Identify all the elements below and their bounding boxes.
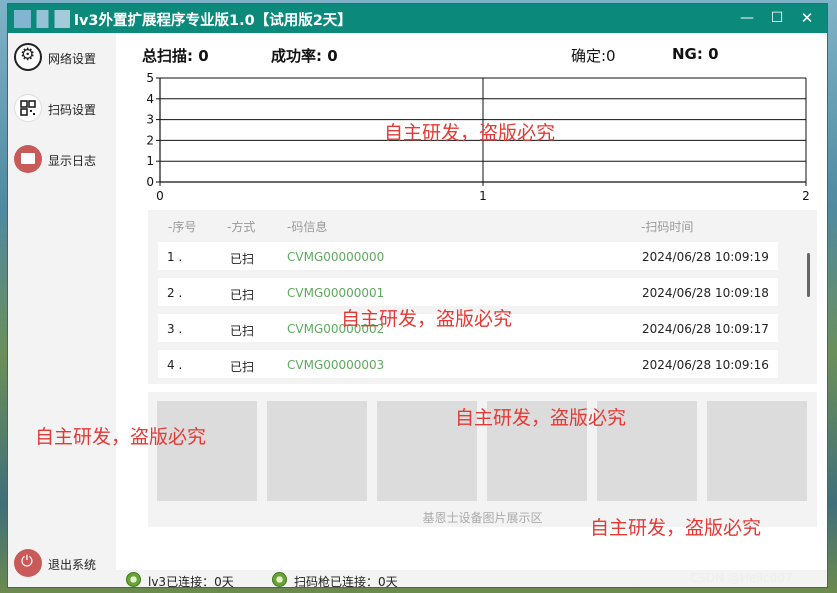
app-icon: [14, 10, 70, 28]
sidebar: 网络设置 扫码设置 显示日志 退出系统: [8, 33, 116, 587]
row-mode: 已扫: [230, 252, 255, 266]
column-header-time: -扫码时间: [641, 220, 694, 234]
y-tick-label: 2: [146, 133, 154, 147]
success-rate: 成功率: 0: [271, 47, 338, 65]
sidebar-item-show-log[interactable]: 显示日志: [8, 143, 116, 177]
app-window: lv3外置扩展程序专业版1.0【试用版2天】 — ☐ ✕ 网络设置 扫码设置: [7, 3, 828, 588]
sidebar-item-label: 网络设置: [48, 52, 97, 66]
sidebar-item-label: 扫码设置: [48, 103, 97, 117]
row-code: CVMG00000001: [287, 286, 385, 300]
log-icon: [14, 145, 42, 173]
row-mode: 已扫: [230, 324, 255, 338]
lv3-status-icon: [126, 572, 141, 587]
watermark-text: 自主研发，盗版必究: [384, 122, 556, 144]
table-row[interactable]: 1 . 已扫 CVMG00000000 2024/06/28 10:09:19: [158, 242, 778, 270]
table-row[interactable]: 2 . 已扫 CVMG00000001 2024/06/28 10:09:18: [158, 278, 778, 306]
x-tick-label: 2: [802, 189, 810, 203]
y-tick-label: 1: [146, 154, 154, 168]
maximize-button[interactable]: ☐: [766, 8, 788, 28]
sidebar-item-scan-settings[interactable]: 扫码设置: [8, 92, 116, 126]
table-row[interactable]: 4 . 已扫 CVMG00000003 2024/06/28 10:09:16: [158, 350, 778, 378]
minimize-button[interactable]: —: [736, 8, 758, 28]
row-code: CVMG00000000: [287, 250, 385, 264]
window-title: lv3外置扩展程序专业版1.0【试用版2天】: [74, 13, 352, 29]
sidebar-item-network-settings[interactable]: 网络设置: [8, 41, 116, 75]
sidebar-item-label: 显示日志: [48, 154, 97, 168]
x-tick-label: 0: [156, 189, 164, 203]
scan-list-scrollbar[interactable]: [802, 237, 816, 384]
column-header-mode: -方式: [227, 220, 256, 234]
network-settings-icon: [14, 43, 42, 71]
image-slot: [157, 401, 257, 501]
row-number: 2 .: [167, 286, 183, 300]
image-slot: [707, 401, 807, 501]
watermark-text: 自主研发，盗版必究: [341, 308, 513, 330]
y-tick-label: 0: [146, 175, 154, 189]
row-time: 2024/06/28 10:09:19: [642, 250, 769, 264]
row-time: 2024/06/28 10:09:17: [642, 322, 769, 336]
qr-code-icon: [14, 94, 42, 122]
row-code: CVMG00000003: [287, 358, 385, 372]
exit-system-button[interactable]: 退出系统: [8, 547, 116, 581]
ng-count: NG: 0: [672, 45, 719, 63]
row-number: 1 .: [167, 250, 183, 264]
image-slot: [267, 401, 367, 501]
scrollbar-thumb[interactable]: [807, 253, 810, 297]
exit-system-label: 退出系统: [48, 558, 97, 572]
confirmed-count: 确定:0: [571, 47, 616, 65]
column-header-no: -序号: [168, 220, 197, 234]
total-scan-count: 总扫描: 0: [142, 47, 209, 65]
watermark-text: 自主研发，盗版必究: [590, 517, 762, 539]
row-number: 4 .: [167, 358, 183, 372]
power-icon: [14, 549, 42, 577]
row-mode: 已扫: [230, 288, 255, 302]
scanner-connection-status: 扫码枪已连接：0天: [294, 575, 398, 588]
title-bar[interactable]: lv3外置扩展程序专业版1.0【试用版2天】 — ☐ ✕: [8, 4, 827, 33]
row-number: 3 .: [167, 322, 183, 336]
csdn-credit: CSDN @Hellc007: [690, 571, 793, 585]
y-tick-label: 4: [146, 92, 154, 106]
row-mode: 已扫: [230, 360, 255, 374]
row-time: 2024/06/28 10:09:18: [642, 286, 769, 300]
close-button[interactable]: ✕: [796, 8, 818, 28]
watermark-text: 自主研发，盗版必究: [455, 407, 627, 429]
scanner-status-icon: [272, 572, 287, 587]
row-time: 2024/06/28 10:09:16: [642, 358, 769, 372]
y-tick-label: 3: [146, 113, 154, 127]
column-header-code: -码信息: [287, 220, 328, 234]
scan-list-panel: -序号 -方式 -码信息 -扫码时间 1 . 已扫 CVMG00000000 2…: [148, 210, 817, 384]
y-tick-label: 5: [146, 71, 154, 85]
watermark-text: 自主研发，盗版必究: [35, 426, 207, 448]
x-tick-label: 1: [479, 189, 487, 203]
lv3-connection-status: lv3已连接：0天: [148, 575, 234, 588]
